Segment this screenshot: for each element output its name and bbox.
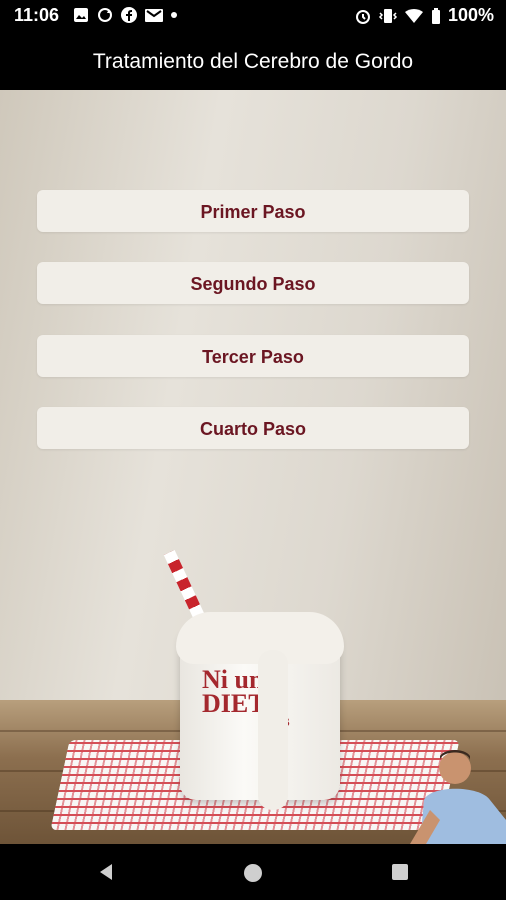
battery-icon	[430, 7, 442, 25]
app-bar: Tratamiento del Cerebro de Gordo	[0, 32, 506, 90]
status-left-icons	[72, 6, 178, 24]
navigation-bar	[0, 844, 506, 900]
presenter-photo	[410, 750, 506, 844]
segundo-paso-button[interactable]: Segundo Paso	[37, 262, 469, 304]
primer-paso-button[interactable]: Primer Paso	[37, 190, 469, 232]
home-icon[interactable]	[242, 862, 264, 889]
wifi-icon	[404, 7, 424, 25]
vibrate-icon	[378, 7, 398, 25]
status-bar: 11:06 100%	[0, 0, 506, 32]
main-content: Ni un DIETA más Primer Paso Segundo Paso…	[0, 90, 506, 844]
tercer-paso-button[interactable]: Tercer Paso	[37, 335, 469, 377]
battery-percent: 100%	[447, 5, 494, 25]
back-icon[interactable]	[96, 862, 116, 887]
status-right-icons: 100%	[354, 5, 494, 26]
facebook-icon	[120, 6, 138, 24]
sync-icon	[96, 6, 114, 24]
mail-icon	[144, 6, 164, 24]
app-title: Tratamiento del Cerebro de Gordo	[92, 50, 414, 73]
recents-icon[interactable]	[390, 862, 410, 887]
alarm-icon	[354, 7, 372, 25]
dot-icon	[170, 6, 178, 24]
status-time: 11:06	[14, 5, 60, 25]
cuarto-paso-button[interactable]: Cuarto Paso	[37, 407, 469, 449]
image-icon	[72, 6, 90, 24]
milkshake-drip	[258, 650, 288, 810]
